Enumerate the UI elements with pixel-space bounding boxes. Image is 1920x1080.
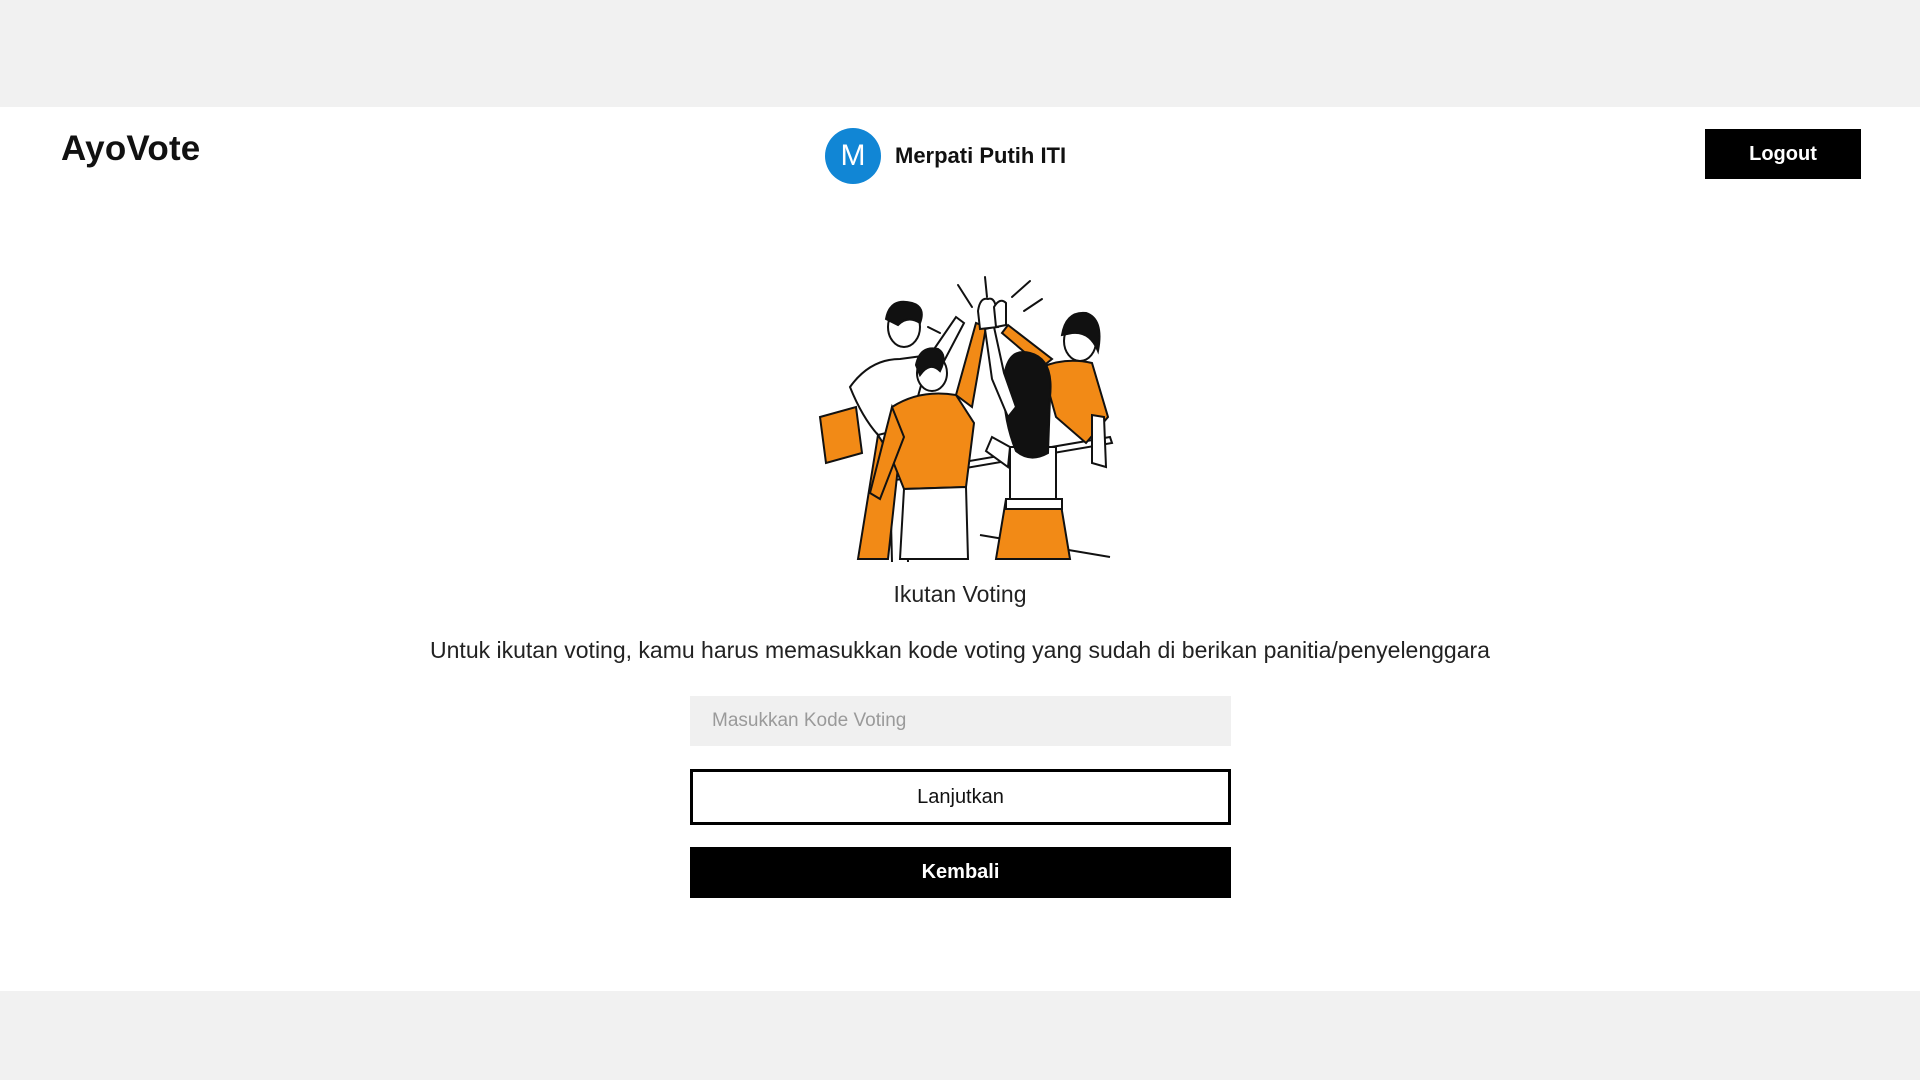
back-button[interactable]: Kembali	[690, 847, 1231, 898]
logout-button[interactable]: Logout	[1705, 129, 1861, 179]
app-logo[interactable]: AyoVote	[61, 129, 200, 169]
page-description: Untuk ikutan voting, kamu harus memasukk…	[430, 637, 1490, 663]
main-page: AyoVote M Merpati Putih ITI Logout Ikuta…	[0, 107, 1920, 991]
team-high-five-illustration	[818, 276, 1114, 563]
continue-button[interactable]: Lanjutkan	[690, 769, 1231, 825]
user-avatar[interactable]: M	[825, 128, 881, 184]
user-profile[interactable]: M Merpati Putih ITI	[825, 128, 1066, 184]
user-name: Merpati Putih ITI	[895, 143, 1067, 168]
page-heading: Ikutan Voting	[893, 581, 1027, 607]
voting-code-input[interactable]	[690, 696, 1231, 746]
